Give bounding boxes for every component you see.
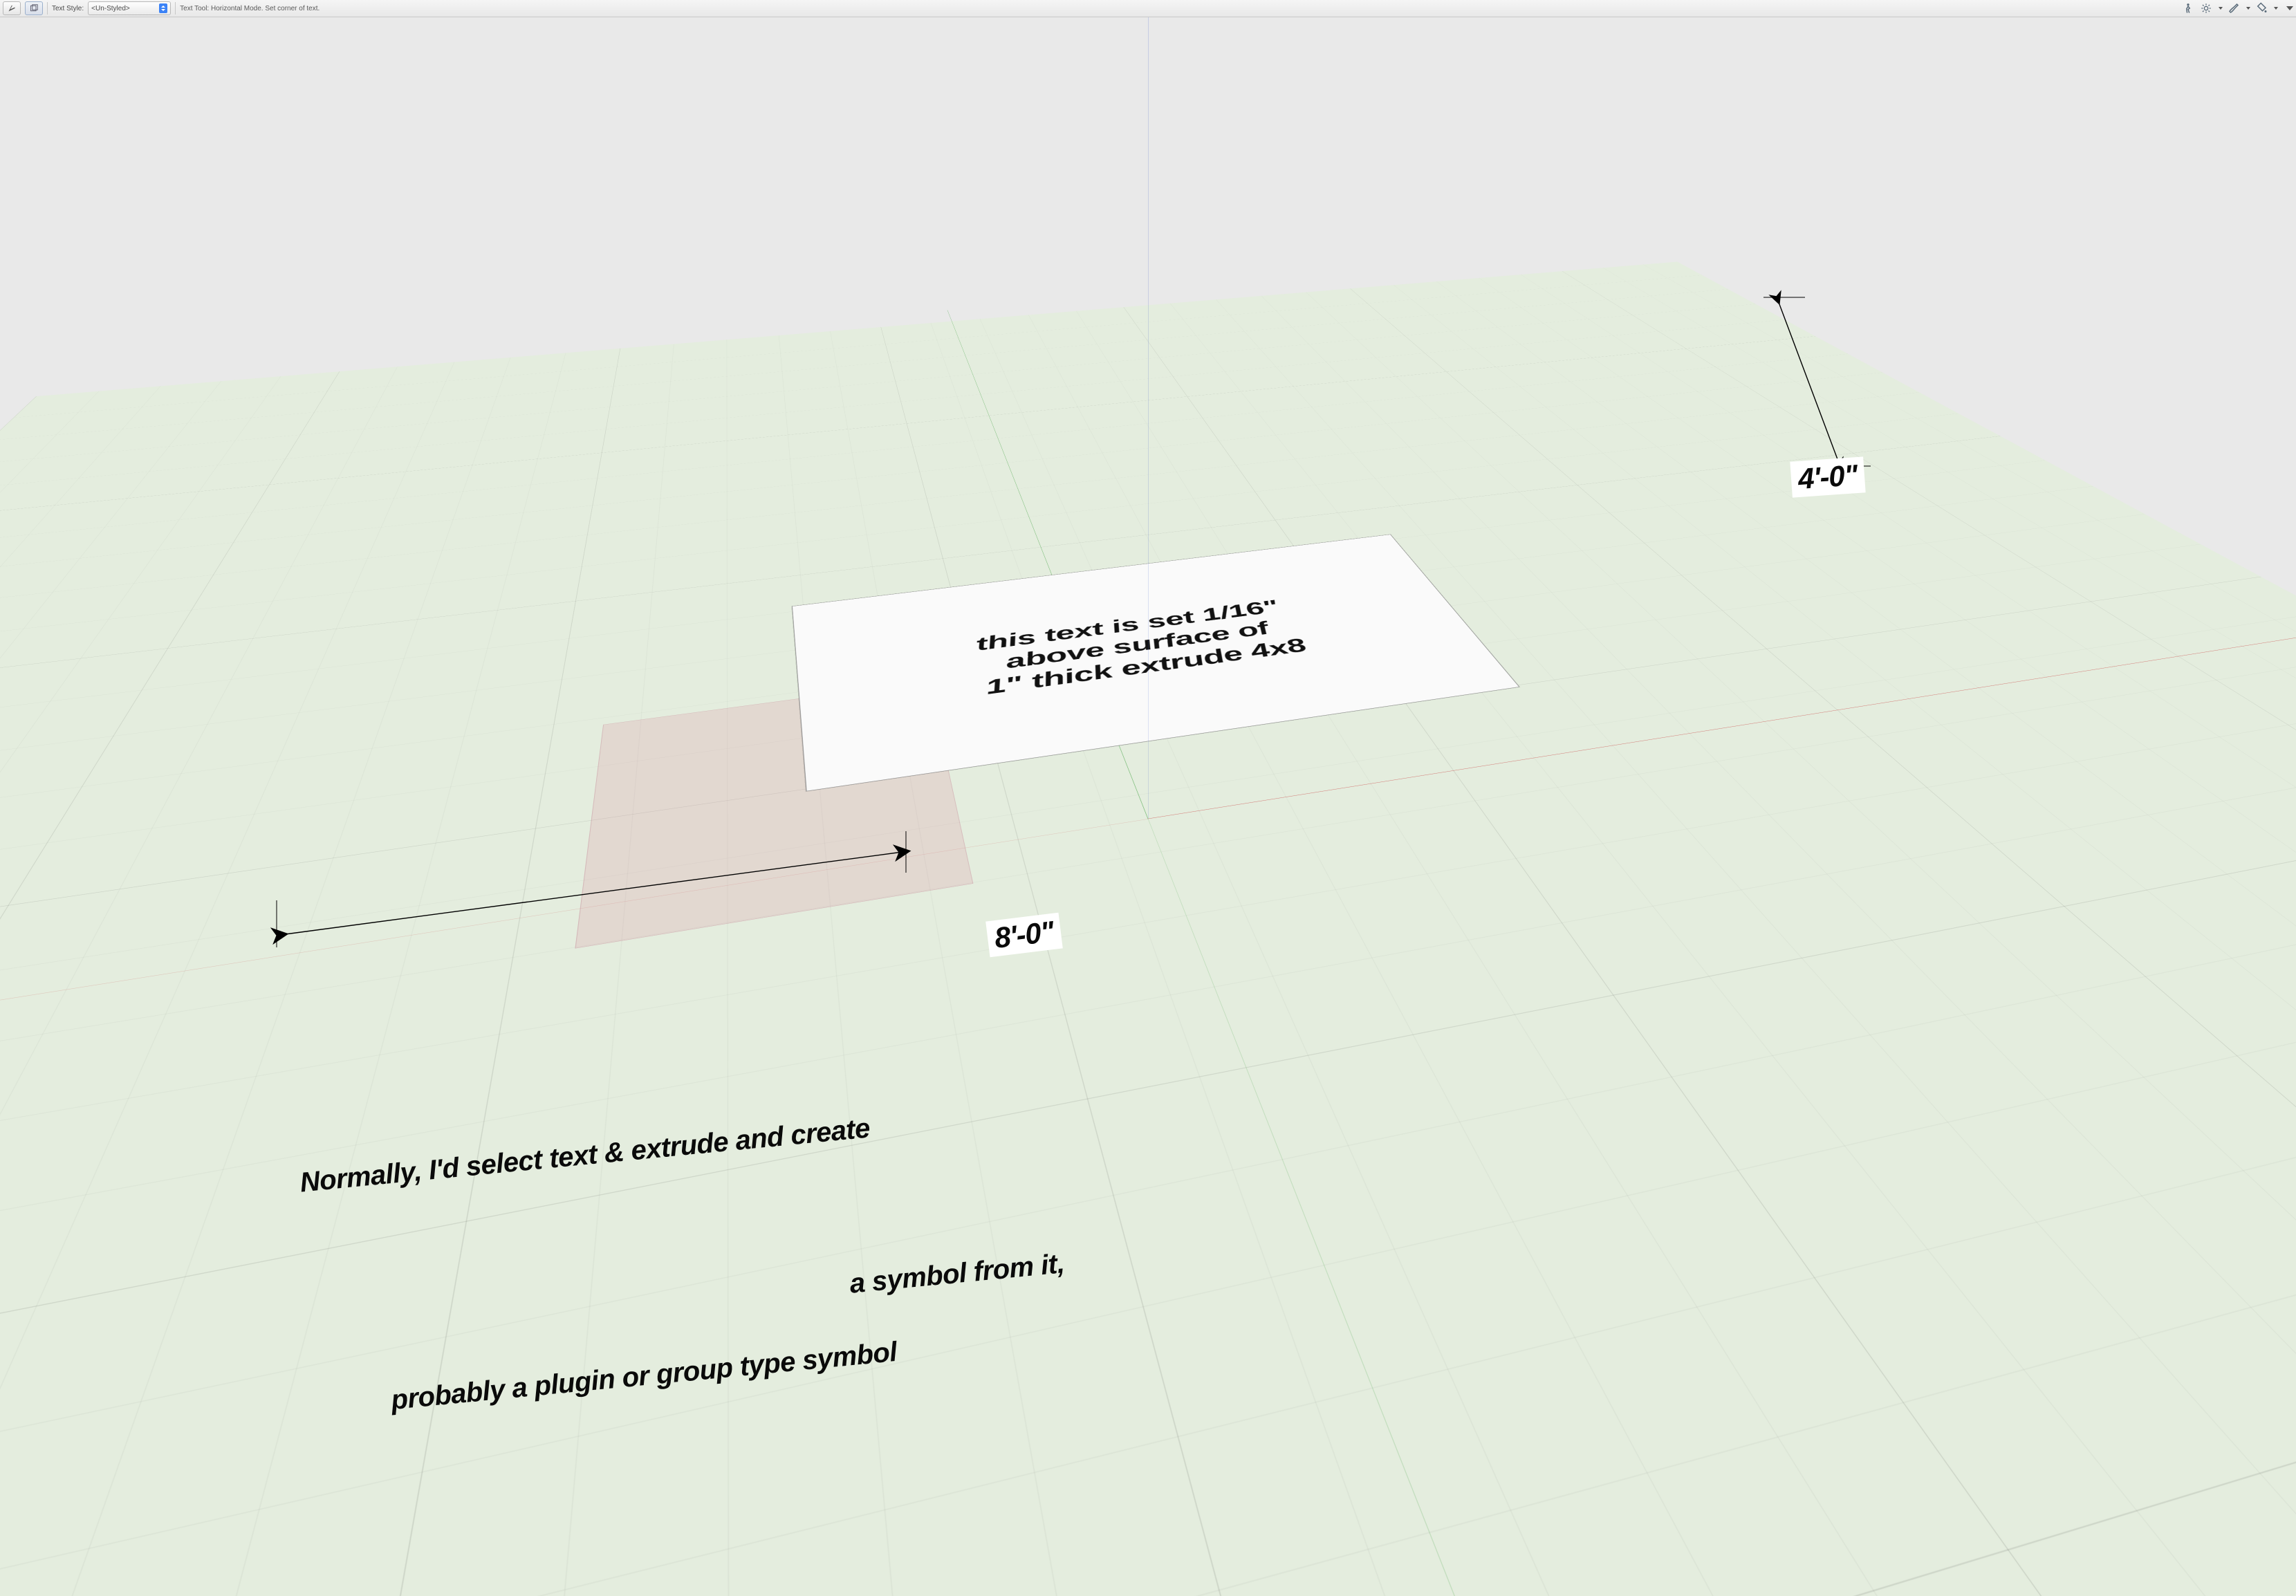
overflow-chevron-icon[interactable] (2286, 6, 2293, 10)
slab-surface-text[interactable]: this text is set 1/16" above surface of … (949, 594, 1333, 703)
toolbar: Text Style: <Un-Styled> Text Tool: Horiz… (0, 0, 2296, 17)
chevron-down-icon[interactable] (2274, 7, 2278, 10)
bucket-icon[interactable] (2255, 1, 2268, 15)
text-style-value: <Un-Styled> (91, 5, 130, 12)
axis-y-negative (1148, 819, 2296, 1596)
text-style-label: Text Style: (52, 5, 84, 12)
gear-icon[interactable] (2199, 1, 2213, 15)
tool-mode-button-b[interactable] (25, 1, 43, 15)
select-stepper-icon (159, 3, 167, 13)
chevron-down-icon[interactable] (2246, 7, 2250, 10)
dimension-depth-label[interactable]: 4'-0" (1790, 456, 1865, 497)
toolbar-right-group (2181, 1, 2293, 15)
dimension-depth[interactable] (1757, 285, 1874, 479)
walkthrough-icon[interactable] (2181, 1, 2195, 15)
toolbar-separator (175, 2, 176, 15)
viewport-3d[interactable]: this text is set 1/16" above surface of … (0, 17, 2296, 1596)
toolbar-separator (47, 2, 48, 15)
tool-hint: Text Tool: Horizontal Mode. Set corner o… (180, 5, 320, 12)
ground-plane: this text is set 1/16" above surface of … (36, 17, 2296, 1596)
slab-top-face: this text is set 1/16" above surface of … (792, 535, 1519, 792)
axis-z-positive (1148, 819, 1149, 1596)
dimension-width[interactable] (252, 838, 930, 949)
text-style-select[interactable]: <Un-Styled> (88, 1, 171, 15)
chevron-down-icon[interactable] (2219, 7, 2223, 10)
tool-mode-button-a[interactable] (3, 1, 21, 15)
brush-icon[interactable] (2227, 1, 2241, 15)
